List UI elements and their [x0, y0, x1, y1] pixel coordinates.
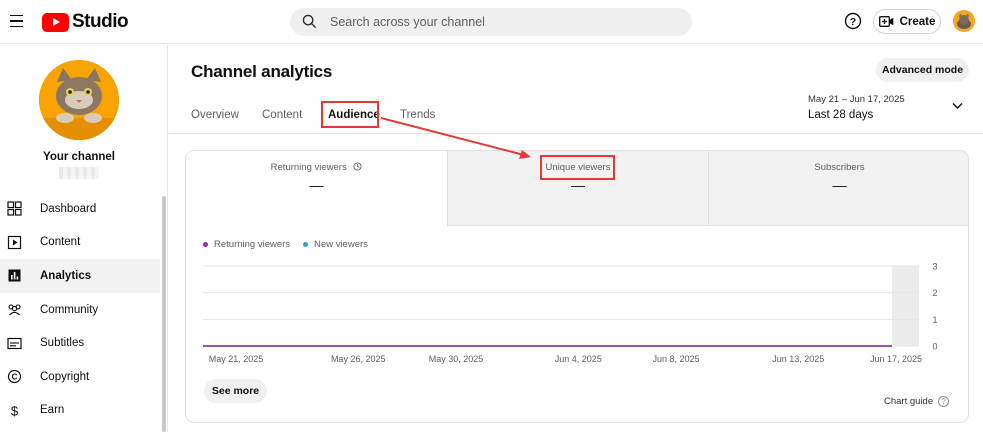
metric-subscribers[interactable]: Subscribers — [708, 151, 968, 226]
legend-item-returning[interactable]: Returning viewers [203, 239, 290, 250]
x-tick-label: Jun 13, 2025 [772, 354, 824, 364]
sidebar-item-label: Community [40, 303, 99, 316]
audience-tab-highlight [321, 101, 379, 128]
tab-overview[interactable]: Overview [191, 101, 239, 129]
studio-logo[interactable]: Studio [42, 11, 129, 33]
x-tick-label: May 21, 2025 [209, 354, 264, 364]
chart-guide-label: Chart guide [884, 396, 934, 407]
sidebar-nav: Dashboard Content Analytics Community Su… [0, 192, 160, 427]
date-range-label: Last 28 days [808, 109, 874, 121]
channel-handle-redacted [59, 167, 99, 179]
top-bar: Studio ? Create [0, 0, 983, 44]
logo-text: Studio [72, 11, 129, 32]
advanced-mode-button[interactable]: Advanced mode [876, 58, 969, 82]
metric-label: Subscribers [814, 162, 865, 173]
audience-card: Returning viewers — Unique viewers — Sub… [185, 150, 969, 423]
youtube-logo-icon [42, 12, 69, 32]
chart-partial-period-shade [892, 266, 919, 346]
header-divider [169, 133, 983, 134]
sidebar-item-label: Dashboard [40, 202, 97, 215]
sidebar-item-content[interactable]: Content [0, 226, 160, 260]
legend-dot [303, 242, 309, 247]
sidebar-item-community[interactable]: Community [0, 293, 160, 327]
metric-value: — [309, 177, 324, 193]
sidebar-item-analytics[interactable]: Analytics [0, 259, 160, 293]
page-title: Channel analytics [191, 62, 333, 81]
metric-label: Returning viewers [186, 162, 447, 173]
clock-icon [353, 162, 362, 171]
date-range-dates: May 21 – Jun 17, 2025 [808, 94, 905, 105]
audience-line-chart: 0 1 2 3 May 21, 2025 May 26, 2025 May 30, 2025… [203, 262, 938, 364]
search-bar[interactable] [290, 8, 692, 36]
menu-icon[interactable] [8, 10, 28, 32]
earn-icon: $ [7, 403, 22, 418]
dashboard-icon [7, 201, 22, 216]
help-circle-icon: ? [938, 396, 950, 407]
x-tick-label: Jun 17, 2025 [870, 354, 922, 364]
help-icon[interactable]: ? [843, 11, 863, 31]
x-tick-label: Jun 4, 2025 [555, 354, 602, 364]
sidebar-scrollbar[interactable] [162, 196, 166, 432]
community-icon [7, 302, 22, 317]
svg-text:$: $ [11, 403, 19, 418]
legend-label: Returning viewers [214, 239, 291, 250]
create-button[interactable]: Create [873, 9, 941, 34]
date-range-picker[interactable]: May 21 – Jun 17, 2025 Last 28 days [808, 94, 905, 121]
chart-legend: Returning viewers New viewers [203, 239, 368, 250]
subtitles-icon [7, 336, 22, 351]
sidebar: Your channel Dashboard Content Analytics… [0, 45, 168, 432]
y-tick-label: 3 [932, 262, 937, 272]
x-tick-label: May 26, 2025 [331, 354, 386, 364]
legend-item-new[interactable]: New viewers [303, 239, 368, 250]
tab-trends[interactable]: Trends [400, 101, 435, 129]
y-tick-label: 0 [932, 342, 937, 352]
sidebar-item-copyright[interactable]: C Copyright [0, 360, 160, 394]
unique-viewers-highlight [540, 155, 615, 180]
sidebar-item-label: Earn [40, 404, 65, 417]
see-more-button[interactable]: See more [204, 379, 267, 403]
legend-label: New viewers [314, 239, 368, 250]
tab-content[interactable]: Content [262, 101, 302, 129]
legend-dot [203, 242, 208, 247]
x-tick-label: Jun 8, 2025 [652, 354, 699, 364]
content-icon [7, 235, 22, 250]
x-tick-label: May 30, 2025 [429, 354, 484, 364]
create-video-icon [878, 16, 893, 27]
sidebar-item-label: Content [40, 236, 81, 249]
y-tick-label: 1 [932, 315, 937, 325]
chart-guide-link[interactable]: Chart guide ? [884, 396, 950, 407]
channel-label: Your channel [43, 151, 115, 163]
sidebar-item-label: Subtitles [40, 337, 85, 350]
sidebar-item-label: Analytics [40, 269, 92, 282]
copyright-icon: C [7, 369, 22, 384]
sidebar-item-dashboard[interactable]: Dashboard [0, 192, 160, 226]
svg-text:C: C [12, 373, 18, 382]
sidebar-item-earn[interactable]: $ Earn [0, 394, 160, 428]
chevron-down-icon[interactable] [952, 102, 963, 110]
sidebar-item-subtitles[interactable]: Subtitles [0, 326, 160, 360]
search-icon [302, 14, 317, 29]
sidebar-item-label: Copyright [40, 370, 90, 383]
search-input[interactable] [330, 13, 670, 31]
account-avatar[interactable] [953, 10, 975, 32]
analytics-icon [7, 268, 22, 283]
create-label: Create [899, 15, 936, 28]
svg-text:?: ? [850, 16, 856, 28]
y-tick-label: 2 [932, 288, 937, 298]
channel-avatar[interactable] [39, 60, 119, 140]
metric-returning-viewers[interactable]: Returning viewers — [186, 151, 447, 226]
metric-value: — [832, 177, 847, 193]
